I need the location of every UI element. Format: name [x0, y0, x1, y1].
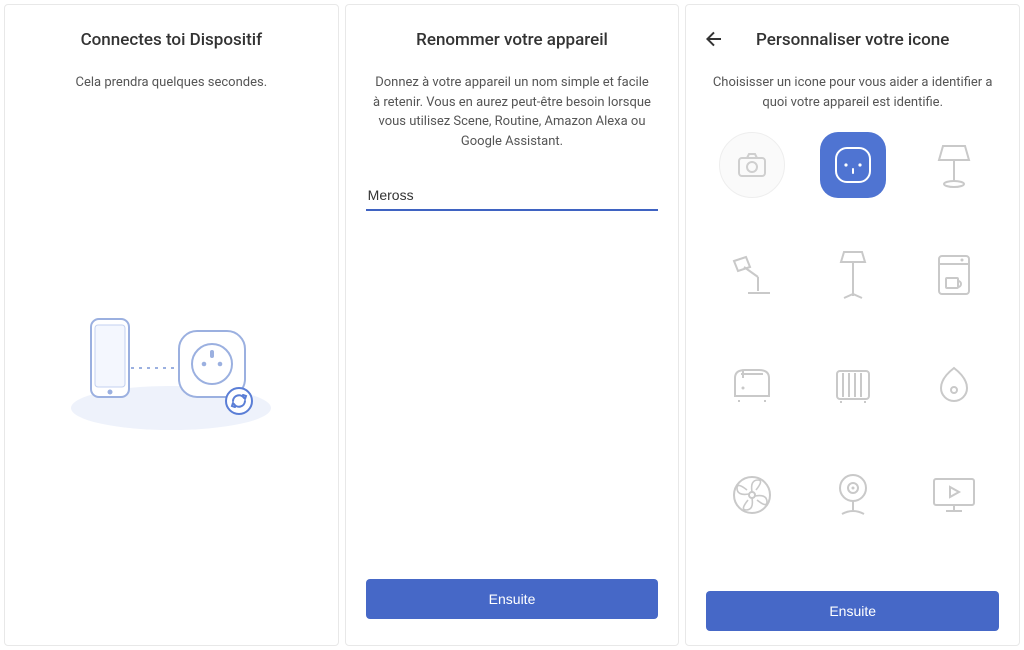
header: Personnaliser votre icone	[702, 25, 1003, 55]
device-name-input[interactable]	[366, 181, 659, 211]
button-bar: Ensuite	[346, 579, 679, 619]
subtitle: Donnez à votre appareil un nom simple et…	[362, 73, 663, 151]
page-title: Renommer votre appareil	[416, 30, 608, 50]
subtitle: Cela prendra quelques secondes.	[21, 73, 322, 93]
connect-illustration	[21, 313, 322, 453]
page-title: Personnaliser votre icone	[756, 30, 949, 50]
screen-customize-icon: Personnaliser votre icone Choisisser un …	[685, 4, 1020, 646]
fan-icon[interactable]	[719, 462, 785, 528]
screen-rename: Renommer votre appareil Donnez à votre a…	[345, 4, 680, 646]
floor-lamp-icon[interactable]	[820, 242, 886, 308]
next-button[interactable]: Ensuite	[366, 579, 659, 619]
camera-icon[interactable]	[719, 132, 785, 198]
table-lamp-icon[interactable]	[921, 132, 987, 198]
name-input-wrap	[362, 181, 663, 211]
desk-lamp-icon[interactable]	[719, 242, 785, 308]
next-button[interactable]: Ensuite	[706, 591, 999, 631]
toaster-icon[interactable]	[719, 352, 785, 418]
button-bar: Ensuite	[686, 591, 1019, 631]
icon-grid	[702, 132, 1003, 528]
header: Renommer votre appareil	[362, 25, 663, 55]
humidifier-icon[interactable]	[921, 352, 987, 418]
tv-icon[interactable]	[921, 462, 987, 528]
smart-plug-icon[interactable]	[820, 132, 886, 198]
coffee-maker-icon[interactable]	[921, 242, 987, 308]
radiator-icon[interactable]	[820, 352, 886, 418]
webcam-icon[interactable]	[820, 462, 886, 528]
header: Connectes toi Dispositif	[21, 25, 322, 55]
screen-connect: Connectes toi Dispositif Cela prendra qu…	[4, 4, 339, 646]
page-title: Connectes toi Dispositif	[81, 30, 263, 50]
back-button[interactable]	[702, 27, 726, 51]
subtitle: Choisisser un icone pour vous aider a id…	[702, 73, 1003, 112]
